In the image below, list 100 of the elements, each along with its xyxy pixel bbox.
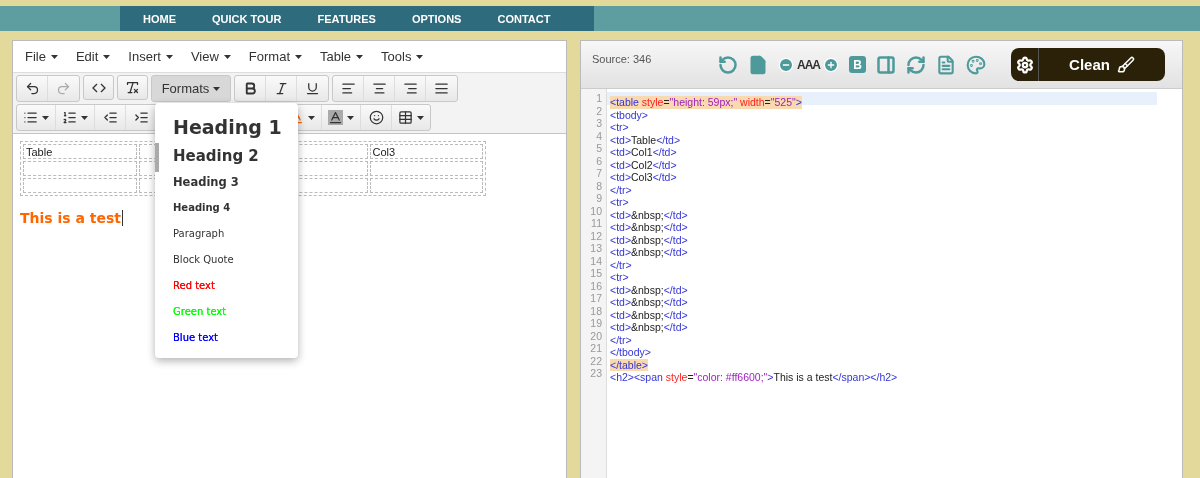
redo-icon (56, 81, 71, 96)
caret-icon (213, 86, 221, 91)
table-cell: Table (23, 144, 137, 159)
code-line: </tbody> (610, 346, 651, 359)
gear-icon (1015, 55, 1034, 74)
caret-icon (103, 54, 111, 59)
heading-text: This is a test (20, 210, 124, 226)
caret-icon (223, 54, 231, 59)
line-number: 16 (589, 279, 603, 292)
nav-link[interactable]: CONTACT (483, 12, 573, 25)
line-number: 17 (589, 292, 603, 305)
formats-button[interactable]: Formats (151, 75, 231, 102)
line-number: 10 (589, 204, 603, 217)
nav-link[interactable]: OPTIONS (397, 12, 484, 25)
format-option[interactable]: Blue text (155, 325, 298, 351)
font-size-button[interactable]: AAA (797, 57, 820, 72)
line-number: 21 (589, 342, 603, 355)
code-line: <td>&nbsp;</td> (610, 321, 688, 334)
line-number: 20 (589, 329, 603, 342)
format-option[interactable]: Heading 1 (155, 113, 298, 143)
file-icon[interactable] (748, 54, 768, 75)
menu-item[interactable]: Table (311, 49, 373, 64)
menu-item[interactable]: Format (239, 49, 311, 64)
code-line: <h2><span style="color: #ff6600;">This is a test</span></h2> (610, 371, 898, 384)
code-line: <tr> (610, 121, 629, 134)
code-line: <td>Col2</td> (610, 158, 677, 171)
document-icon[interactable] (936, 54, 956, 75)
code-line: </tr> (610, 183, 632, 196)
caret-icon (347, 115, 354, 120)
line-number: 6 (595, 154, 603, 167)
code-line: <td>&nbsp;</td> (610, 296, 688, 309)
line-number: 22 (589, 354, 603, 367)
code-line: <tr> (610, 271, 629, 284)
line-number: 13 (589, 242, 603, 255)
code-line: <td>&nbsp;</td> (610, 208, 688, 221)
source-code-button[interactable] (83, 75, 114, 100)
line-number: 4 (595, 129, 603, 142)
code-line: <td>Col3</td> (610, 171, 677, 184)
caret-icon (165, 54, 173, 59)
outdent-icon (102, 110, 118, 125)
line-number: 18 (589, 304, 603, 317)
clear-formatting-button[interactable] (117, 75, 148, 100)
code-line: <tr> (610, 196, 629, 209)
undo-icon[interactable] (718, 54, 738, 75)
line-number: 1 (595, 92, 603, 105)
table-icon (398, 110, 413, 125)
nav-link[interactable]: QUICK TOUR (198, 12, 304, 25)
code-line: <td>Col1</td> (610, 146, 677, 159)
code-line: </tr> (610, 333, 632, 346)
clear-formatting-icon (125, 80, 140, 95)
code-line: <td>&nbsp;</td> (610, 246, 688, 259)
align-right-icon (402, 81, 418, 96)
line-number: 3 (595, 117, 603, 130)
menu-item[interactable]: Insert (119, 49, 182, 64)
line-number: 11 (590, 217, 603, 230)
caret-icon (42, 115, 49, 120)
caret-icon (295, 54, 302, 59)
format-option[interactable]: Heading 2 (155, 143, 298, 170)
code-line: <td>&nbsp;</td> (610, 283, 688, 296)
italic-icon (273, 81, 289, 96)
format-option[interactable]: Red text (155, 273, 298, 299)
code-line: <td>&nbsp;</td> (610, 233, 688, 246)
caret-icon (81, 115, 88, 120)
minus-icon[interactable] (778, 56, 794, 73)
line-number: 14 (589, 254, 603, 267)
nav-link[interactable]: FEATURES (303, 12, 398, 25)
refresh-icon[interactable] (906, 54, 926, 75)
line-number: 23 (589, 367, 603, 380)
source-count: Source: 346 (592, 52, 653, 65)
code-line: <tbody> (610, 108, 648, 121)
underline-icon (305, 81, 320, 96)
palette-icon[interactable] (966, 54, 986, 75)
plus-icon[interactable] (823, 56, 839, 73)
caret-icon (356, 54, 364, 59)
format-option[interactable]: Heading 4 (155, 195, 298, 221)
line-number: 12 (589, 229, 603, 242)
menu-item[interactable]: File (16, 49, 67, 64)
format-option[interactable]: Heading 3 (155, 170, 298, 195)
menu-item[interactable]: Edit (66, 49, 120, 64)
line-number: 7 (595, 167, 603, 180)
highlight-color-icon (328, 110, 343, 125)
justify-icon (434, 81, 449, 96)
line-number: 15 (589, 267, 603, 280)
numbered-list-icon (62, 110, 77, 125)
nav-link[interactable]: HOME (129, 12, 198, 25)
panel-icon[interactable] (876, 54, 896, 75)
code-line: <td>Table</td> (610, 133, 681, 146)
line-number: 9 (595, 192, 603, 205)
code-line: <td>&nbsp;</td> (610, 308, 688, 321)
align-left-icon (340, 81, 356, 96)
indent-icon (133, 110, 149, 125)
menu-item[interactable]: Tools (372, 49, 433, 64)
line-number: 5 (595, 142, 603, 155)
format-option[interactable]: Paragraph (155, 221, 298, 247)
clean-button[interactable]: Clean (1039, 48, 1165, 81)
code-line: <td>&nbsp;</td> (610, 221, 688, 234)
menu-item[interactable]: View (181, 49, 240, 64)
line-number: 8 (595, 179, 603, 192)
format-option[interactable]: Block Quote (155, 247, 298, 273)
undo-icon (24, 81, 40, 96)
